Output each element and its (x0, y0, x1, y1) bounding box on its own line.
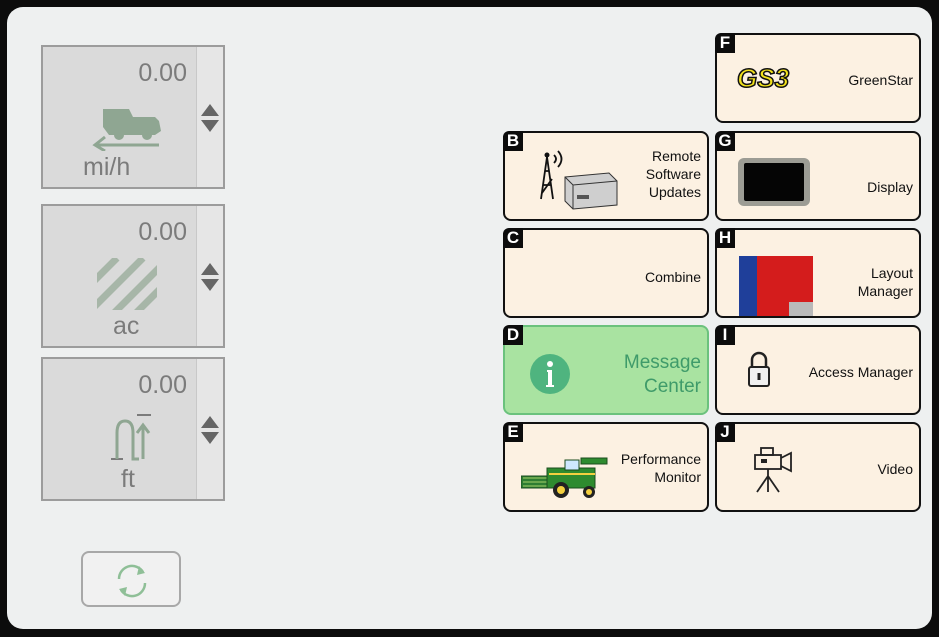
sync-icon (111, 561, 153, 606)
combine-tile[interactable]: C Combine (503, 228, 709, 318)
area-value: 0.00 (138, 218, 187, 246)
label-line: Monitor (654, 469, 701, 485)
tile-letter: B (503, 131, 523, 151)
label-line: Software (645, 166, 701, 182)
tile-letter: J (715, 422, 735, 442)
tile-letter: C (503, 228, 523, 248)
screen: 0.00 mi/h 0.00 ac 0.00 ft F GS3 GreenSta… (7, 7, 932, 629)
display-label: Display (867, 179, 913, 195)
label-line: Layout (870, 265, 913, 281)
height-gauge[interactable]: 0.00 ft (41, 357, 225, 501)
height-value: 0.00 (138, 371, 187, 399)
display-icon (737, 157, 811, 212)
video-camera-icon (751, 446, 795, 501)
video-label: Video (877, 461, 913, 477)
greenstar-label: GreenStar (848, 72, 913, 88)
label-line: Performance (620, 451, 701, 467)
label-line: Remote (651, 148, 701, 164)
speed-unit: mi/h (83, 153, 131, 181)
combine-harvester-icon (520, 456, 613, 505)
speed-gauge[interactable]: 0.00 mi/h (41, 45, 225, 189)
radio-tower-icon (521, 143, 621, 220)
area-unit: ac (113, 312, 140, 340)
layout-manager-label: Layout Manager (858, 264, 913, 300)
layout-icon (739, 256, 813, 321)
sync-button[interactable] (81, 551, 181, 607)
area-gauge[interactable]: 0.00 ac (41, 204, 225, 348)
up-down-arrows-icon[interactable] (200, 102, 220, 139)
up-down-arrows-icon[interactable] (200, 414, 220, 451)
height-unit: ft (121, 465, 135, 493)
info-icon (529, 353, 571, 400)
up-down-arrows-icon[interactable] (200, 261, 220, 298)
message-center-tile[interactable]: D Message Center (503, 325, 709, 415)
remote-software-updates-label: Remote Software Updates (646, 147, 701, 201)
tile-letter: E (503, 422, 523, 442)
lock-icon (747, 351, 771, 394)
label-line: Center (643, 376, 701, 397)
tile-letter: I (715, 325, 735, 345)
performance-monitor-tile[interactable]: E Performance Monitor (503, 422, 709, 512)
implement-height-icon (103, 407, 163, 468)
layout-manager-tile[interactable]: H Layout Manager (715, 228, 921, 318)
performance-monitor-label: Performance Monitor (621, 450, 701, 486)
tile-letter: D (503, 325, 523, 345)
remote-software-updates-tile[interactable]: B Remote Software Updates (503, 131, 709, 221)
display-tile[interactable]: G Display (715, 131, 921, 221)
greenstar-tile[interactable]: F GS3 GreenStar (715, 33, 921, 123)
tile-letter: F (715, 33, 735, 53)
speed-value: 0.00 (138, 59, 187, 87)
tile-letter: H (715, 228, 735, 248)
gs3-logo-icon: GS3 (736, 62, 790, 94)
label-line: Updates (648, 184, 701, 200)
access-manager-label: Access Manager (808, 364, 913, 380)
combine-label: Combine (644, 269, 701, 285)
access-manager-tile[interactable]: I Access Manager (715, 325, 921, 415)
label-line: Message (623, 352, 701, 373)
area-icon (97, 258, 159, 317)
ground-speed-icon (89, 105, 173, 156)
label-line: Manager (857, 283, 913, 299)
tile-letter: G (715, 131, 735, 151)
message-center-label: Message Center (624, 351, 701, 399)
video-tile[interactable]: J Video (715, 422, 921, 512)
